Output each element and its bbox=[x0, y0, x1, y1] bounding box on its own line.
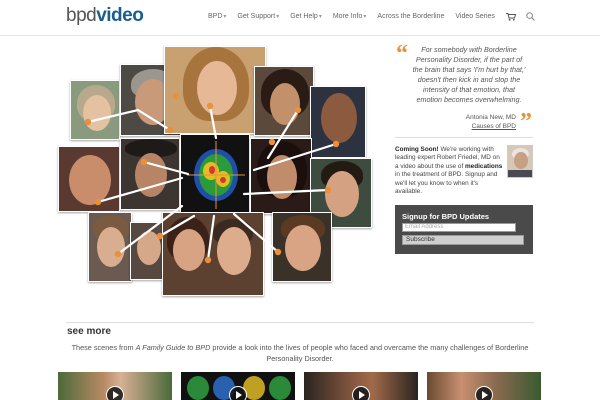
see-more-heading: see more bbox=[67, 326, 111, 337]
site-header: bpdvideo BPD▾ Get Support▾ Get Help▾ Mor… bbox=[0, 0, 600, 36]
signup-title: Signup for BPD Updates bbox=[402, 212, 490, 221]
main-nav: BPD▾ Get Support▾ Get Help▾ More Info▾ A… bbox=[208, 12, 535, 21]
coming-soon-text-2: in the treatment of BPD. Signup and we'l… bbox=[395, 171, 498, 196]
open-quote-icon: “ bbox=[396, 41, 408, 67]
section-divider bbox=[66, 322, 534, 323]
logo-text-video: video bbox=[96, 5, 144, 26]
quote-attribution: Antonia New, MD Causes of BPD bbox=[400, 113, 516, 131]
hero-collage bbox=[58, 46, 376, 298]
see-more-description: These scenes from A Family Guide to BPD … bbox=[71, 343, 529, 363]
sidebar-divider bbox=[395, 137, 533, 138]
chevron-down-icon: ▾ bbox=[276, 14, 280, 20]
site-logo[interactable]: bpdvideo bbox=[66, 5, 144, 26]
chevron-down-icon: ▾ bbox=[363, 14, 367, 20]
coming-soon-notice: Coming Soon! We're working with leading … bbox=[395, 146, 505, 196]
chevron-down-icon: ▾ bbox=[318, 14, 322, 20]
neural-link-lines bbox=[84, 92, 340, 264]
nav-item-bpd[interactable]: BPD▾ bbox=[208, 13, 226, 20]
chevron-down-icon: ▾ bbox=[223, 14, 227, 20]
subscribe-button[interactable]: Subscribe bbox=[402, 235, 524, 245]
coming-soon-bold: medications bbox=[465, 162, 503, 170]
nav-item-video-series[interactable]: Video Series bbox=[455, 13, 495, 20]
quote-author: Antonia New, MD bbox=[465, 114, 516, 121]
play-icon[interactable] bbox=[352, 386, 370, 400]
cart-icon[interactable] bbox=[505, 12, 516, 21]
email-field[interactable]: Email Address bbox=[402, 223, 516, 232]
nav-item-more-info[interactable]: More Info▾ bbox=[333, 13, 367, 20]
coming-soon-lead: Coming Soon! bbox=[395, 146, 439, 153]
expert-portrait-image bbox=[507, 145, 533, 178]
search-icon[interactable] bbox=[526, 12, 535, 21]
signup-box: Signup for BPD Updates Email Address Sub… bbox=[395, 205, 533, 254]
testimonial-quote: For somebody with Borderline Personality… bbox=[412, 45, 526, 104]
nav-item-get-help[interactable]: Get Help▾ bbox=[290, 13, 322, 20]
video-thumbnail-3[interactable] bbox=[304, 372, 418, 400]
logo-text-bpd: bpd bbox=[66, 5, 97, 26]
nav-item-get-support[interactable]: Get Support▾ bbox=[237, 13, 279, 20]
film-title: A Family Guide to BPD bbox=[135, 343, 211, 352]
nav-item-across-the-borderline[interactable]: Across the Borderline bbox=[377, 13, 444, 20]
video-thumbnail-1[interactable] bbox=[58, 372, 172, 400]
video-thumbnail-4[interactable] bbox=[427, 372, 541, 400]
play-icon[interactable] bbox=[229, 386, 247, 400]
video-thumbnail-2[interactable] bbox=[181, 372, 295, 400]
play-icon[interactable] bbox=[475, 386, 493, 400]
close-quote-icon: ” bbox=[520, 109, 532, 135]
causes-of-bpd-link[interactable]: Causes of BPD bbox=[400, 122, 516, 131]
play-icon[interactable] bbox=[106, 386, 124, 400]
